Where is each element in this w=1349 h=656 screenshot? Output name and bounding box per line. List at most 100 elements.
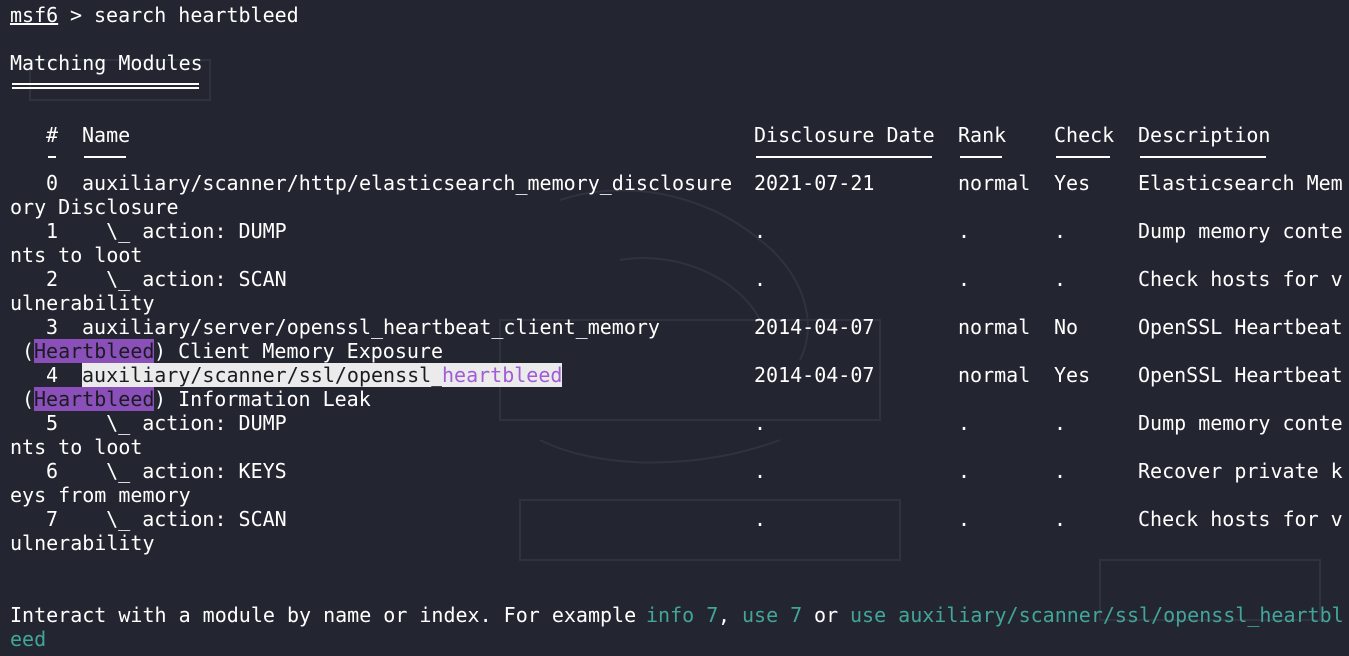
column-rule-description (1140, 156, 1266, 158)
row-index: 3 (46, 315, 59, 339)
disclosure-date: . (754, 267, 767, 291)
section-title: Matching Modules (10, 51, 203, 75)
description: Recover private k (1138, 459, 1343, 483)
row-index: 6 (46, 459, 59, 483)
disclosure-date: 2021-07-21 (754, 171, 875, 195)
description-wrap: ( Heartbleed ) Information Leak (0, 387, 1349, 411)
row-index: 1 (46, 219, 59, 243)
table-row: 7 \_ action: SCAN . . . Check hosts for … (0, 507, 1349, 531)
description-continued: eys from memory (10, 483, 191, 507)
module-name: \_ action: SCAN (82, 267, 287, 291)
module-name: auxiliary/scanner/http/elasticsearch_mem… (82, 171, 733, 195)
column-header-name: Name (82, 123, 131, 147)
disclosure-date: . (754, 507, 767, 531)
table-row: 5 \_ action: DUMP . . . Dump memory cont… (0, 411, 1349, 435)
description-wrap: ory Disclosure (0, 195, 1349, 219)
table-row-selected: 4 auxiliary/scanner/ssl/openssl_ heartbl… (0, 363, 1349, 387)
command-text: search heartbleed (94, 3, 299, 27)
module-name: \_ action: SCAN (82, 507, 287, 531)
column-header-disclosure-date: Disclosure Date (754, 123, 935, 147)
rank: normal (958, 363, 1031, 387)
check: . (1054, 411, 1067, 435)
description-wrap: nts to loot (0, 435, 1349, 459)
table-row: 3 auxiliary/server/openssl_heartbeat_cli… (0, 315, 1349, 339)
description-continued: ) Information Leak (154, 387, 371, 411)
row-index: 0 (46, 171, 59, 195)
description-open-paren: ( (10, 387, 35, 411)
description: Dump memory conte (1138, 411, 1343, 435)
rank: . (958, 267, 971, 291)
description: Elasticsearch Mem (1138, 171, 1343, 195)
module-name: \_ action: DUMP (82, 411, 287, 435)
table-row: 2 \_ action: SCAN . . . Check hosts for … (0, 267, 1349, 291)
check: Yes (1054, 171, 1091, 195)
disclosure-date: 2014-04-07 (754, 363, 875, 387)
rank: . (958, 411, 971, 435)
description-wrap: ( Heartbleed ) Client Memory Exposure (0, 339, 1349, 363)
table-row: 6 \_ action: KEYS . . . Recover private … (0, 459, 1349, 483)
search-match-highlight: Heartbleed (34, 339, 155, 363)
prompt-symbol: > (58, 3, 95, 27)
disclosure-date: 2014-04-07 (754, 315, 875, 339)
check: Yes (1054, 363, 1091, 387)
table-header-row: # Name Disclosure Date Rank Check Descri… (0, 123, 1349, 147)
rank: . (958, 459, 971, 483)
module-name-highlighted[interactable]: auxiliary/scanner/ssl/openssl_ (82, 363, 444, 387)
column-rule-index (48, 156, 56, 158)
description-wrap: ulnerability (0, 531, 1349, 555)
rank: normal (958, 171, 1031, 195)
row-index: 4 (46, 363, 59, 387)
description-wrap: eys from memory (0, 483, 1349, 507)
terminal-output: msf6 > search heartbleed Matching Module… (0, 0, 1349, 656)
column-header-rank: Rank (958, 123, 1007, 147)
description-continued: nts to loot (10, 435, 143, 459)
example-command-use-index: use 7 (742, 603, 803, 627)
footer-separator: , (718, 603, 743, 627)
footer-hint-line: Interact with a module by name or index.… (0, 603, 1349, 627)
command-prompt-line: msf6 > search heartbleed (0, 3, 1349, 27)
check: . (1054, 267, 1067, 291)
description-continued: ulnerability (10, 531, 155, 555)
prompt-user: msf6 (10, 3, 59, 27)
column-rule-name (84, 156, 126, 158)
column-rule-disclosure-date (756, 156, 932, 158)
search-match-highlight: Heartbleed (34, 387, 155, 411)
example-command-use-name: use auxiliary/scanner/ssl/openssl_heartb… (850, 603, 1344, 627)
column-header-description: Description (1138, 123, 1271, 147)
description-continued: ) Client Memory Exposure (154, 339, 443, 363)
description-wrap: ulnerability (0, 291, 1349, 315)
description: OpenSSL Heartbeat (1138, 363, 1343, 387)
row-index: 2 (46, 267, 59, 291)
description: Dump memory conte (1138, 219, 1343, 243)
section-title-underline (12, 83, 199, 89)
rank: . (958, 507, 971, 531)
search-match-highlight: heartbleed (442, 363, 563, 387)
rank: . (958, 219, 971, 243)
description-wrap: nts to loot (0, 243, 1349, 267)
description-continued: nts to loot (10, 243, 143, 267)
disclosure-date: . (754, 459, 767, 483)
rank: normal (958, 315, 1031, 339)
row-index: 5 (46, 411, 59, 435)
check: . (1054, 507, 1067, 531)
description-continued: ulnerability (10, 291, 155, 315)
example-command-use-name-continued: eed (10, 627, 47, 651)
table-row: 1 \_ action: DUMP . . . Dump memory cont… (0, 219, 1349, 243)
column-header-index: # (46, 123, 59, 147)
footer-hint-wrap: eed (0, 627, 1349, 651)
footer-separator: or (802, 603, 851, 627)
column-header-check: Check (1054, 123, 1115, 147)
check: No (1054, 315, 1079, 339)
footer-text: Interact with a module by name or index.… (10, 603, 649, 627)
check: . (1054, 219, 1067, 243)
column-rule-rank (960, 156, 1002, 158)
description: Check hosts for v (1138, 267, 1343, 291)
description-open-paren: ( (10, 339, 35, 363)
disclosure-date: . (754, 219, 767, 243)
description-continued: ory Disclosure (10, 195, 179, 219)
table-row: 0 auxiliary/scanner/http/elasticsearch_m… (0, 171, 1349, 195)
section-title-row: Matching Modules (0, 51, 1349, 75)
example-command-info: info 7 (646, 603, 719, 627)
module-name: auxiliary/server/openssl_heartbeat_clien… (82, 315, 660, 339)
description: Check hosts for v (1138, 507, 1343, 531)
